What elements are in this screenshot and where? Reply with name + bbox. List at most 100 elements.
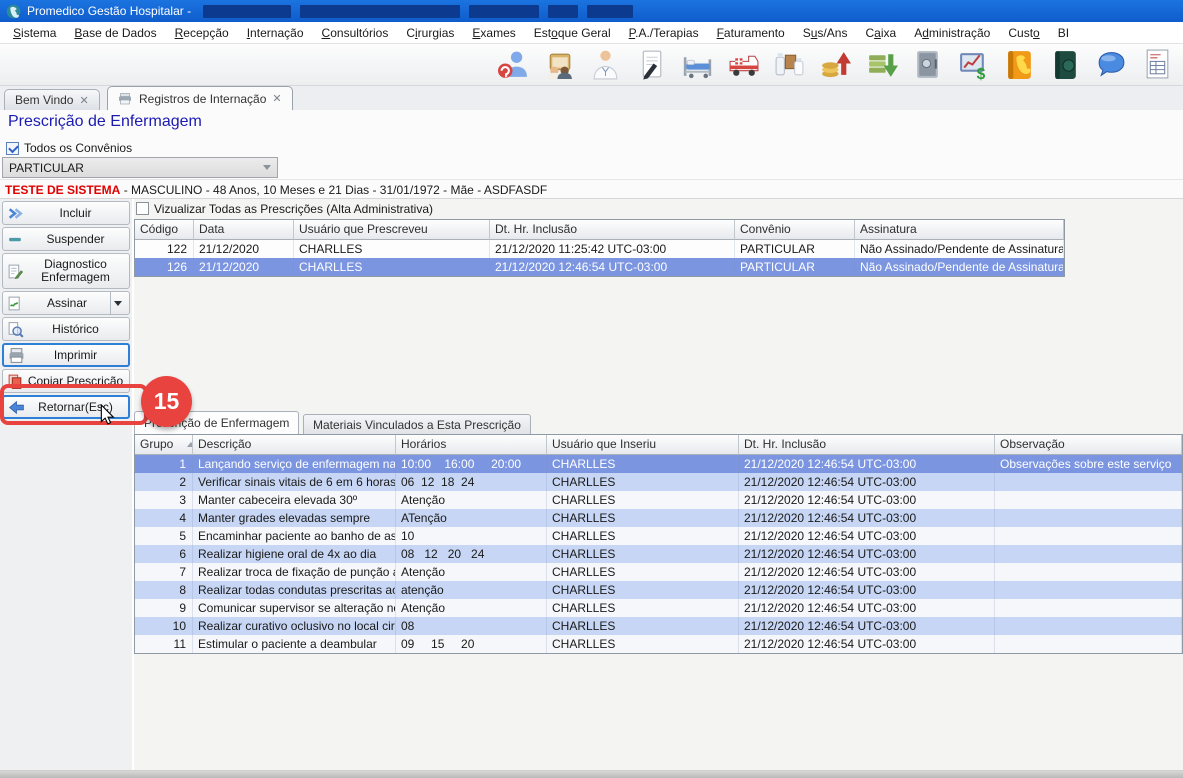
button-label: Assinar bbox=[26, 297, 108, 310]
table-row[interactable]: 9Comunicar supervisor se alteração no es… bbox=[135, 599, 1182, 617]
ambulance-icon[interactable] bbox=[726, 47, 761, 82]
body: Incluir Suspender Diagnostico Enfermagem… bbox=[0, 198, 1183, 770]
column-header[interactable]: Data bbox=[194, 220, 294, 240]
column-header[interactable]: Grupo bbox=[135, 435, 193, 455]
billing-icon[interactable]: $ bbox=[956, 47, 991, 82]
menu-bi[interactable]: BI bbox=[1049, 23, 1078, 43]
doctor-icon[interactable] bbox=[588, 47, 623, 82]
table-row[interactable]: 2Verificar sinais vitais de 6 em 6 horas… bbox=[135, 473, 1182, 491]
table-row[interactable]: 4Manter grades elevadas sempreATençãoCHA… bbox=[135, 509, 1182, 527]
menu-base-de-dados[interactable]: Base de Dados bbox=[65, 23, 165, 43]
menu-custo[interactable]: Custo bbox=[999, 23, 1048, 43]
revenue-up-icon[interactable] bbox=[818, 47, 853, 82]
cell-grupo: 6 bbox=[135, 545, 193, 563]
chat-icon[interactable] bbox=[1094, 47, 1129, 82]
cell-dt_hr: 21/12/2020 12:46:54 UTC-03:00 bbox=[739, 599, 995, 617]
incluir-button[interactable]: Incluir bbox=[2, 201, 130, 225]
column-header[interactable]: Observação bbox=[995, 435, 1182, 455]
imprimir-button[interactable]: Imprimir bbox=[2, 343, 130, 367]
menu-administra-o[interactable]: Administração bbox=[905, 23, 999, 43]
tab-close-icon[interactable]: ✕ bbox=[79, 94, 88, 107]
assinar-button[interactable]: Assinar bbox=[2, 291, 130, 315]
document-tabbar: Bem Vindo ✕ Registros de Internação ✕ bbox=[0, 86, 1183, 110]
cell-observacao bbox=[995, 599, 1182, 617]
ledger-book-icon[interactable] bbox=[1048, 47, 1083, 82]
cell-horarios: Atenção bbox=[396, 491, 547, 509]
prescription-document-icon[interactable] bbox=[634, 47, 669, 82]
patient-info: TESTE DE SISTEMA - MASCULINO - 48 Anos, … bbox=[0, 179, 1183, 197]
tab-registros-internacao[interactable]: Registros de Internação ✕ bbox=[107, 86, 293, 110]
column-header[interactable]: Horários bbox=[396, 435, 547, 455]
payment-down-icon[interactable] bbox=[864, 47, 899, 82]
phonebook-icon[interactable] bbox=[1002, 47, 1037, 82]
cell-observacao bbox=[995, 473, 1182, 491]
menu-cirurgias[interactable]: Cirurgias bbox=[397, 23, 463, 43]
detail-tabbar: Prescrição de Enfermagem Materiais Vincu… bbox=[134, 411, 1183, 434]
suspender-button[interactable]: Suspender bbox=[2, 227, 130, 251]
cell-usuario: CHARLLES bbox=[547, 473, 739, 491]
window-bottom-edge bbox=[0, 770, 1183, 778]
menu-interna-o[interactable]: Internação bbox=[238, 23, 313, 43]
column-header[interactable]: Usuário que Inseriu bbox=[547, 435, 739, 455]
menu-consult-rios[interactable]: Consultórios bbox=[313, 23, 398, 43]
column-header[interactable]: Dt. Hr. Inclusão bbox=[739, 435, 995, 455]
historico-button[interactable]: Histórico bbox=[2, 317, 130, 341]
todos-convenios-checkbox[interactable] bbox=[6, 142, 19, 155]
cell-dt_hr: 21/12/2020 11:25:42 UTC-03:00 bbox=[490, 240, 735, 258]
cell-convenio: PARTICULAR bbox=[735, 258, 855, 276]
diagnostico-enfermagem-button[interactable]: Diagnostico Enfermagem bbox=[2, 253, 130, 289]
sync-user-icon[interactable] bbox=[496, 47, 531, 82]
tab-bem-vindo[interactable]: Bem Vindo ✕ bbox=[4, 89, 100, 110]
menu-recep-o[interactable]: Recepção bbox=[166, 23, 238, 43]
table-row[interactable]: 3Manter cabeceira elevada 30ºAtençãoCHAR… bbox=[135, 491, 1182, 509]
menu-exames[interactable]: Exames bbox=[463, 23, 524, 43]
menu-p-a-terapias[interactable]: P.A./Terapias bbox=[620, 23, 708, 43]
convenio-select[interactable]: PARTICULAR bbox=[2, 157, 278, 178]
patients-registry-icon[interactable] bbox=[542, 47, 577, 82]
cell-horarios: Atenção bbox=[396, 599, 547, 617]
cell-usuario: CHARLLES bbox=[547, 491, 739, 509]
action-sidebar: Incluir Suspender Diagnostico Enfermagem… bbox=[0, 199, 134, 770]
table-row[interactable]: 11Estimular o paciente a deambular09 15 … bbox=[135, 635, 1182, 653]
menu-faturamento[interactable]: Faturamento bbox=[708, 23, 794, 43]
tab-label: Registros de Internação bbox=[139, 92, 266, 106]
table-row[interactable]: 12221/12/2020CHARLLES21/12/2020 11:25:42… bbox=[135, 240, 1064, 258]
column-header[interactable]: Descrição bbox=[193, 435, 396, 455]
column-header[interactable]: Dt. Hr. Inclusão bbox=[490, 220, 735, 240]
menu-estoque-geral[interactable]: Estoque Geral bbox=[525, 23, 620, 43]
table-row[interactable]: 8Realizar todas condutas prescritas ao p… bbox=[135, 581, 1182, 599]
column-header[interactable]: Código bbox=[135, 220, 194, 240]
table-row[interactable]: 6Realizar higiene oral de 4x ao dia08 12… bbox=[135, 545, 1182, 563]
column-header[interactable]: Assinatura bbox=[855, 220, 1064, 240]
cell-dt_hr: 21/12/2020 12:46:54 UTC-03:00 bbox=[739, 581, 995, 599]
hospital-bed-icon[interactable] bbox=[680, 47, 715, 82]
table-row[interactable]: 12621/12/2020CHARLLES21/12/2020 12:46:54… bbox=[135, 258, 1064, 276]
visualizar-checkbox[interactable] bbox=[136, 202, 149, 215]
cell-horarios: 10 bbox=[396, 527, 547, 545]
button-label: Incluir bbox=[26, 207, 125, 220]
assinar-dropdown-arrow[interactable] bbox=[110, 292, 125, 314]
table-row[interactable]: 5Encaminhar paciente ao banho de aspers1… bbox=[135, 527, 1182, 545]
tab-materiais-vinculados[interactable]: Materiais Vinculados a Esta Prescrição bbox=[303, 414, 531, 434]
retornar-icon bbox=[8, 399, 25, 416]
invoice-icon[interactable] bbox=[1140, 47, 1175, 82]
table-row[interactable]: 10Realizar curativo oclusivo no local ci… bbox=[135, 617, 1182, 635]
copiar-prescricao-button[interactable]: Copiar Prescrição bbox=[2, 369, 130, 393]
column-header[interactable]: Usuário que Prescreveu bbox=[294, 220, 490, 240]
tab-close-icon[interactable]: ✕ bbox=[272, 92, 281, 105]
app-window: Promedico Gestão Hospitalar - SistemaBas… bbox=[0, 0, 1183, 778]
pharmacy-supplies-icon[interactable] bbox=[772, 47, 807, 82]
table-row[interactable]: 1Lançando serviço de enfermagem na pre10… bbox=[135, 455, 1182, 473]
menu-sus-ans[interactable]: Sus/Ans bbox=[794, 23, 857, 43]
convenio-value: PARTICULAR bbox=[9, 161, 84, 175]
cell-grupo: 8 bbox=[135, 581, 193, 599]
cell-usuario: CHARLLES bbox=[547, 509, 739, 527]
cell-horarios: 08 bbox=[396, 617, 547, 635]
safe-icon[interactable] bbox=[910, 47, 945, 82]
column-header[interactable]: Convênio bbox=[735, 220, 855, 240]
menu-caixa[interactable]: Caixa bbox=[856, 23, 905, 43]
menu-sistema[interactable]: Sistema bbox=[4, 23, 65, 43]
table-row[interactable]: 7Realizar troca de fixação de punção apó… bbox=[135, 563, 1182, 581]
window-title: Promedico Gestão Hospitalar - bbox=[27, 4, 191, 18]
cell-dt_hr: 21/12/2020 12:46:54 UTC-03:00 bbox=[739, 491, 995, 509]
